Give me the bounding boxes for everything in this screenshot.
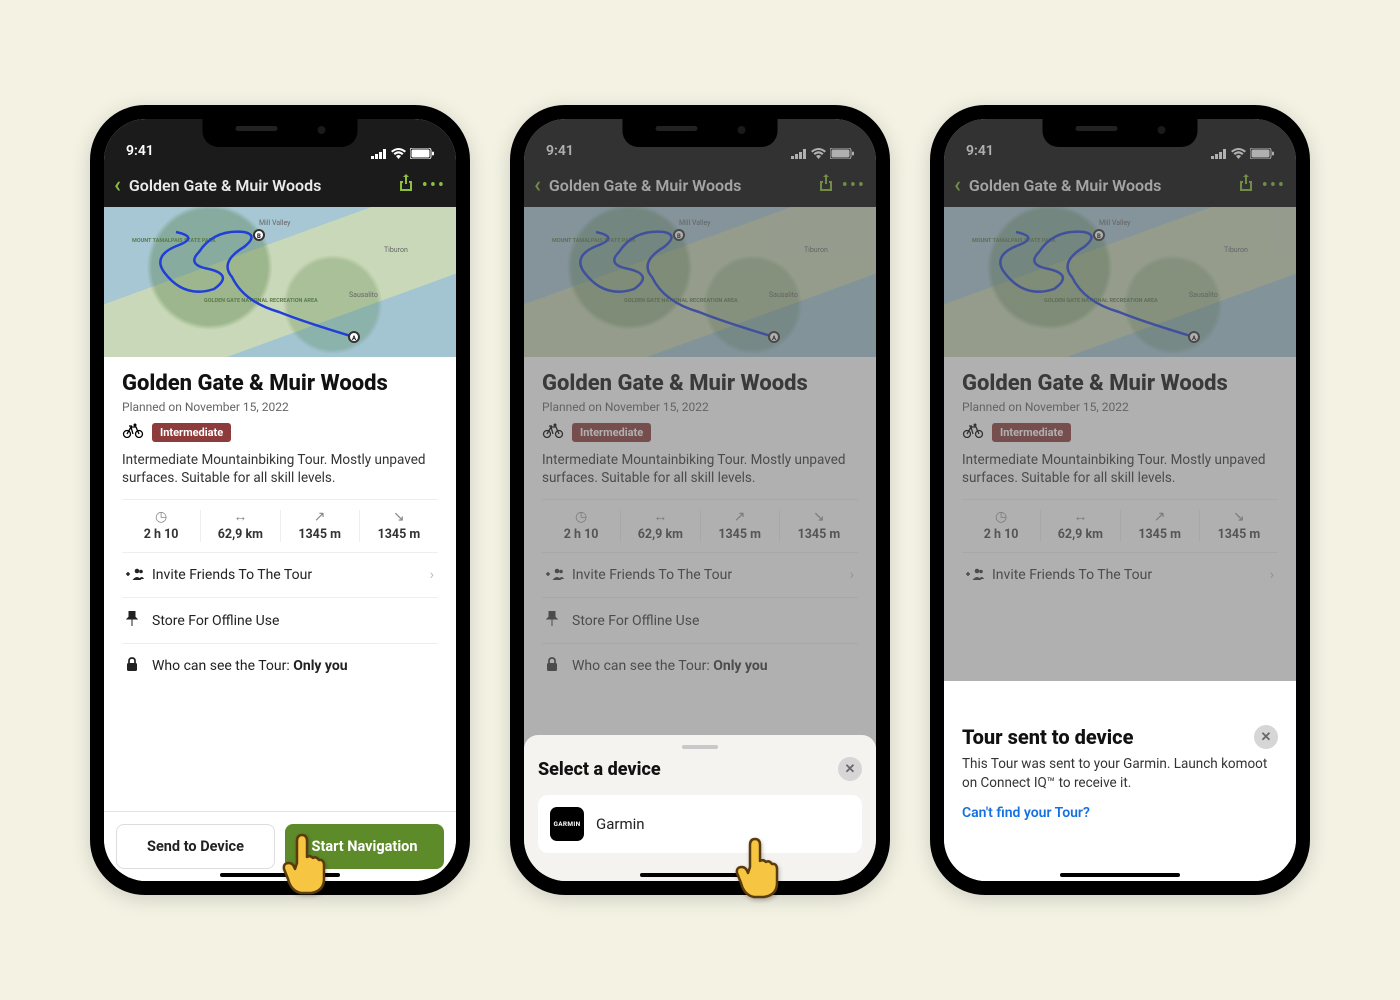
- more-button[interactable]: •••: [422, 175, 446, 196]
- phone-notch: [1043, 119, 1198, 147]
- add-friends-icon: [126, 566, 152, 584]
- status-icons: [371, 148, 434, 159]
- invite-label: Invite Friends To The Tour: [152, 567, 430, 583]
- descent-icon: ↘: [393, 510, 405, 524]
- screen: 9:41 ‹ Golden Gate & Muir Woods ••• Mill…: [524, 119, 876, 881]
- tour-sent-toast: Tour sent to device ✕ This Tour was sent…: [944, 707, 1296, 881]
- toast-title: Tour sent to device: [962, 725, 1133, 749]
- sheet-handle[interactable]: [682, 745, 718, 749]
- close-toast-button[interactable]: ✕: [1254, 725, 1278, 749]
- svg-text:GOLDEN GATE NATIONAL RECREATIO: GOLDEN GATE NATIONAL RECREATION AREA: [204, 298, 318, 304]
- home-indicator[interactable]: [640, 873, 760, 877]
- route-line: Mill Valley Tiburon Sausalito MOUNT TAMA…: [104, 207, 456, 357]
- tour-map[interactable]: Mill Valley Tiburon Sausalito MOUNT TAMA…: [104, 207, 456, 357]
- tour-description: Intermediate Mountainbiking Tour. Mostly…: [122, 451, 438, 487]
- send-to-device-button[interactable]: Send to Device: [116, 824, 275, 869]
- battery-icon: [410, 148, 434, 159]
- share-button[interactable]: [398, 174, 414, 197]
- stat-distance: ↔62,9 km: [201, 510, 280, 542]
- stat-duration: ◷2 h 10: [122, 510, 201, 542]
- signal-icon: [371, 149, 387, 159]
- screen: 9:41 ‹ Golden Gate & Muir Woods ••• Mill…: [944, 119, 1296, 881]
- svg-text:MOUNT TAMALPAIS STATE PARK: MOUNT TAMALPAIS STATE PARK: [132, 238, 216, 244]
- modal-overlay[interactable]: [944, 119, 1296, 681]
- start-navigation-button[interactable]: Start Navigation: [285, 824, 444, 869]
- toast-help-link[interactable]: Can't find your Tour?: [962, 805, 1278, 821]
- nav-bar: ‹ Golden Gate & Muir Woods •••: [104, 163, 456, 207]
- garmin-logo-icon: GARMIN: [550, 807, 584, 841]
- clock-icon: ◷: [155, 510, 167, 524]
- privacy-row[interactable]: Who can see the Tour: Only you: [122, 644, 438, 688]
- phone-1: 9:41 ‹ Golden Gate & Muir Woods ••• Mill…: [90, 105, 470, 895]
- chevron-right-icon: ›: [430, 567, 434, 583]
- svg-text:Tiburon: Tiburon: [384, 246, 408, 254]
- device-select-sheet: Select a device ✕ GARMIN Garmin: [524, 735, 876, 881]
- privacy-label: Who can see the Tour: Only you: [152, 658, 434, 674]
- close-sheet-button[interactable]: ✕: [838, 757, 862, 781]
- lock-icon: [126, 657, 152, 675]
- sheet-title: Select a device: [538, 759, 661, 780]
- distance-icon: ↔: [233, 510, 247, 524]
- home-indicator[interactable]: [1060, 873, 1180, 877]
- tour-title: Golden Gate & Muir Woods: [122, 371, 438, 396]
- toast-body: This Tour was sent to your Garmin. Launc…: [962, 755, 1278, 793]
- bike-icon: [122, 422, 144, 443]
- svg-text:Sausalito: Sausalito: [349, 291, 378, 299]
- device-name-label: Garmin: [596, 815, 645, 833]
- svg-text:Mill Valley: Mill Valley: [259, 219, 291, 227]
- phone-3: 9:41 ‹ Golden Gate & Muir Woods ••• Mill…: [930, 105, 1310, 895]
- invite-friends-row[interactable]: Invite Friends To The Tour ›: [122, 553, 438, 598]
- phone-2: 9:41 ‹ Golden Gate & Muir Woods ••• Mill…: [510, 105, 890, 895]
- tour-stats: ◷2 h 10 ↔62,9 km ↗1345 m ↘1345 m: [122, 499, 438, 553]
- pin-icon: [126, 611, 152, 630]
- tour-content: Golden Gate & Muir Woods Planned on Nove…: [104, 357, 456, 694]
- phone-notch: [623, 119, 778, 147]
- back-button[interactable]: ‹: [114, 173, 121, 198]
- stat-ascent: ↗1345 m: [281, 510, 360, 542]
- device-garmin-row[interactable]: GARMIN Garmin: [538, 795, 862, 853]
- bottom-action-bar: Send to Device Start Navigation: [104, 811, 456, 881]
- stat-descent: ↘1345 m: [360, 510, 438, 542]
- wifi-icon: [391, 148, 406, 159]
- store-offline-row[interactable]: Store For Offline Use: [122, 598, 438, 644]
- nav-title: Golden Gate & Muir Woods: [129, 176, 390, 195]
- status-time: 9:41: [126, 143, 154, 159]
- offline-label: Store For Offline Use: [152, 613, 434, 629]
- tour-planned-date: Planned on November 15, 2022: [122, 400, 438, 414]
- home-indicator[interactable]: [220, 873, 340, 877]
- svg-text:B: B: [257, 233, 261, 240]
- ascent-icon: ↗: [314, 510, 326, 524]
- phone-notch: [203, 119, 358, 147]
- screen: 9:41 ‹ Golden Gate & Muir Woods ••• Mill…: [104, 119, 456, 881]
- difficulty-badge: Intermediate: [152, 423, 231, 442]
